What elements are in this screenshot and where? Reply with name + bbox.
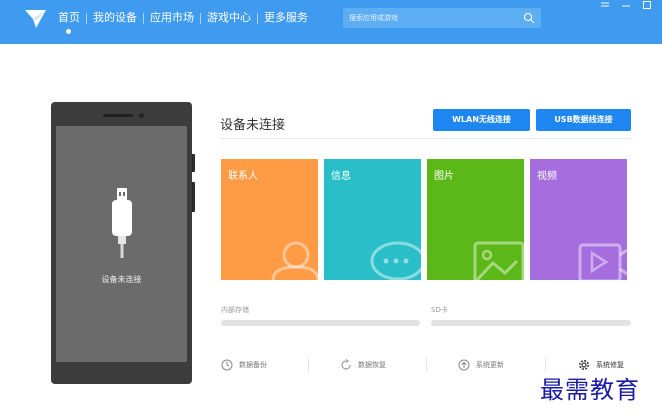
sd-card-bar (431, 320, 631, 326)
app-logo-icon[interactable] (24, 8, 48, 30)
usb-plug-icon (112, 188, 132, 258)
wlan-connect-button[interactable]: WLAN无线连接 (433, 109, 530, 131)
tool-label: 系统修复 (596, 361, 624, 369)
maximize-icon[interactable] (640, 0, 654, 12)
system-update-button[interactable]: 系统更新 (458, 359, 504, 371)
tile-label: 联系人 (228, 171, 258, 182)
tile-label: 信息 (331, 171, 351, 182)
active-nav-indicator (66, 29, 71, 34)
search-input[interactable] (343, 8, 518, 28)
phone-screen: 设备未连接 (56, 126, 187, 362)
phone-camera (139, 113, 144, 118)
sd-card-label: SD卡 (431, 306, 448, 314)
nav-item-app-market[interactable]: 应用市场 (144, 10, 200, 26)
tile-videos[interactable]: 视频 (530, 159, 627, 280)
tile-messages[interactable]: 信息 (324, 159, 421, 280)
backup-button[interactable]: 数据备份 (221, 359, 267, 371)
phone-status-text: 设备未连接 (101, 275, 142, 284)
phone-illustration: 设备未连接 (51, 102, 195, 384)
tile-contacts[interactable]: 联系人 (221, 159, 318, 280)
usb-connect-button[interactable]: USB数据线连接 (536, 109, 631, 131)
nav-item-my-device[interactable]: 我的设备 (87, 10, 143, 26)
restore-button[interactable]: 数据恢复 (340, 359, 386, 371)
internal-storage-label: 内部存储 (221, 306, 249, 314)
update-arrow-icon (458, 359, 470, 371)
tool-divider (308, 358, 309, 372)
tool-label: 数据备份 (239, 361, 267, 369)
minimize-icon[interactable] (619, 0, 633, 12)
internal-storage-bar (221, 320, 420, 326)
phone-speaker (103, 114, 133, 117)
tool-label: 数据恢复 (358, 361, 386, 369)
phone-side-button (192, 154, 195, 172)
tile-label: 视频 (537, 171, 557, 182)
header-divider (220, 138, 631, 139)
backup-clock-icon (221, 359, 233, 371)
tile-label: 图片 (434, 171, 454, 182)
top-bar: 首页 我的设备 应用市场 游戏中心 更多服务 (0, 0, 662, 44)
main-nav: 首页 我的设备 应用市场 游戏中心 更多服务 (58, 10, 314, 26)
menu-icon[interactable] (598, 0, 612, 12)
tile-pictures[interactable]: 图片 (427, 159, 524, 280)
connection-status-title: 设备未连接 (220, 118, 286, 133)
nav-item-game-center[interactable]: 游戏中心 (201, 10, 257, 26)
restore-icon (341, 359, 351, 370)
phone-side-button (192, 182, 195, 212)
tool-label: 系统更新 (476, 361, 504, 369)
search-box (343, 8, 541, 28)
tool-divider (426, 358, 427, 372)
nav-item-more-services[interactable]: 更多服务 (258, 10, 314, 26)
nav-item-home[interactable]: 首页 (58, 10, 86, 26)
watermark-text: 最需教育 (540, 376, 640, 404)
search-icon[interactable] (523, 12, 535, 24)
